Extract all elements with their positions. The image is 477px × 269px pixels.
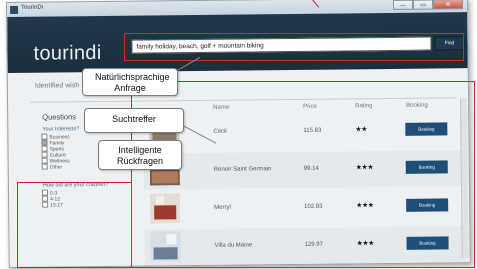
highlight-search-box [124,33,464,61]
app-icon [10,5,19,14]
callout-text: Suchtreffer [112,114,156,124]
window-title: TourinDi [21,4,44,11]
maximize-button[interactable]: ▭ [412,0,434,10]
checkbox[interactable] [41,163,48,170]
callout-text: Natürlichsprachige Anfrage [95,72,170,93]
logo: tourindi [33,42,102,65]
page: TourinDi — ▭ ✕ tourindi family holiday, … [0,0,477,269]
close-button[interactable]: ✕ [432,0,464,10]
callout-natural-language: Natürlichsprachige Anfrage [82,68,178,96]
identified-wish-label: Identified wish [34,82,80,90]
callout-intelligent-questions: Intelligente Rückfragen [98,140,182,170]
minimize-button[interactable]: — [392,0,414,10]
highlight-questions-box [17,182,132,268]
callout-text: Intelligente Rückfragen [116,145,164,166]
interests-question: Your Interests? [42,126,80,133]
callout-search-hits: Suchtreffer [84,108,184,133]
questions-title: Questions [42,112,77,122]
checkbox-label: Other [49,164,63,171]
checkbox-option[interactable]: Other [41,163,63,171]
